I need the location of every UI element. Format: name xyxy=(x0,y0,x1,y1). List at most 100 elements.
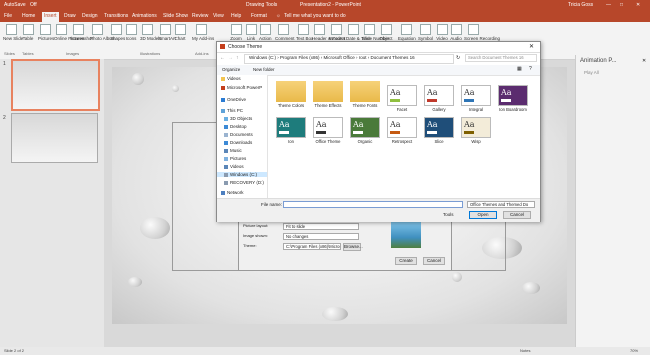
slide-thumbnail-2[interactable] xyxy=(11,113,98,163)
theme-path-field[interactable]: C:\Program Files (x86)\Microsoft Off xyxy=(283,243,341,250)
theme-file-item[interactable]: Aa Gallery xyxy=(423,85,455,115)
file-type-select[interactable]: Office Themes and Themed Do xyxy=(467,201,535,208)
cancel-button[interactable]: Cancel xyxy=(423,257,445,265)
tell-me-box[interactable]: Tell me what you want to do xyxy=(284,13,346,19)
user-name[interactable]: Tricia Goss xyxy=(568,2,593,8)
file-name-input[interactable] xyxy=(283,201,463,208)
equation-button[interactable]: Equation xyxy=(398,24,416,41)
online-pictures-button[interactable]: Online Pictures xyxy=(54,24,85,41)
tab-home[interactable]: Home xyxy=(22,13,35,19)
theme-file-item[interactable]: Aa Office Theme xyxy=(312,117,344,147)
theme-file-item[interactable]: Aa Facet xyxy=(386,85,418,115)
smartart-button[interactable]: SmartArt xyxy=(158,24,176,41)
nav-item-3d-objects[interactable]: 3D Objects xyxy=(224,116,252,121)
tab-slide-show[interactable]: Slide Show xyxy=(163,13,188,19)
tab-review[interactable]: Review xyxy=(192,13,208,19)
screen-recording-button[interactable]: Screen Recording xyxy=(464,24,500,41)
date-time-button[interactable]: Date & Time xyxy=(346,24,371,41)
object-button[interactable]: Object xyxy=(379,24,393,41)
nav-item-pictures[interactable]: Pictures xyxy=(224,156,246,161)
theme-file-item[interactable]: Aa Organic xyxy=(349,117,381,147)
breadcrumb[interactable]: Windows (C:) › Program Files (x86) › Mic… xyxy=(244,54,454,64)
tab-insert[interactable]: Insert xyxy=(42,12,59,22)
play-all-button[interactable]: Play All xyxy=(584,70,599,75)
theme-file-item[interactable]: Aa Ion xyxy=(275,117,307,147)
refresh-icon[interactable]: ↻ xyxy=(456,55,460,61)
theme-file-item[interactable]: Aa Ion Boardroom xyxy=(497,85,529,115)
comment-button[interactable]: Comment xyxy=(275,24,295,41)
cancel-button[interactable]: Cancel xyxy=(503,211,531,219)
wordart-button[interactable]: WordArt xyxy=(329,24,345,41)
tab-animations[interactable]: Animations xyxy=(132,13,157,19)
breadcrumb-item[interactable]: Microsoft Office xyxy=(324,55,355,60)
theme-file-item[interactable]: Aa Wisp xyxy=(460,117,492,147)
photo-album-button[interactable]: Photo Album xyxy=(90,24,116,41)
organize-menu[interactable]: Organize xyxy=(222,67,240,72)
link-button[interactable]: Link xyxy=(245,24,257,41)
theme-file-item[interactable]: Aa Integral xyxy=(460,85,492,115)
nav-item-videos-pc[interactable]: Videos xyxy=(224,164,244,169)
breadcrumb-item[interactable]: Document Themes 16 xyxy=(370,55,414,60)
table-button[interactable]: Table xyxy=(22,24,34,41)
breadcrumb-item[interactable]: Program Files (x86) xyxy=(280,55,320,60)
3d-models-button[interactable]: 3D Models xyxy=(140,24,162,41)
picture-layout-select[interactable]: Fit to slide xyxy=(283,223,359,230)
nav-item-powerpoint[interactable]: Microsoft PowerP xyxy=(221,85,262,90)
tab-help[interactable]: Help xyxy=(231,13,241,19)
tab-format[interactable]: Format xyxy=(251,13,267,19)
breadcrumb-item[interactable]: Windows (C:) xyxy=(249,55,276,60)
nav-item-network[interactable]: Network xyxy=(221,190,244,195)
slide-thumbnail-1[interactable] xyxy=(11,59,100,111)
view-options-icon[interactable]: ▦ xyxy=(517,66,522,72)
nav-item-music[interactable]: Music xyxy=(224,148,242,153)
theme-file-item[interactable]: Aa Slice xyxy=(423,117,455,147)
theme-file-item[interactable]: Aa Retrospect xyxy=(386,117,418,147)
close-icon[interactable]: ✕ xyxy=(529,43,534,50)
tab-transitions[interactable]: Transitions xyxy=(104,13,128,19)
folder-item[interactable]: Theme Effects xyxy=(312,81,344,111)
audio-button[interactable]: Audio xyxy=(450,24,462,41)
nav-item-desktop[interactable]: Desktop xyxy=(224,124,247,129)
minimize-icon[interactable]: — xyxy=(606,2,611,8)
image-shown-select[interactable]: No changes xyxy=(283,233,359,240)
action-button[interactable]: Action xyxy=(259,24,272,41)
nav-item-onedrive[interactable]: OneDrive xyxy=(221,97,246,102)
tab-view[interactable]: View xyxy=(213,13,224,19)
nav-item-this-pc[interactable]: This PC xyxy=(221,108,243,113)
close-icon[interactable]: ✕ xyxy=(636,2,640,8)
nav-item-documents[interactable]: Documents xyxy=(224,132,253,137)
help-icon[interactable]: ? xyxy=(529,66,532,72)
my-addins-button[interactable]: My Add-ins xyxy=(192,24,214,41)
chart-button[interactable]: Chart xyxy=(174,24,186,41)
nav-item-windows-c[interactable]: Windows (C:) xyxy=(217,172,267,177)
folder-item[interactable]: Theme Colors xyxy=(275,81,307,111)
tab-design[interactable]: Design xyxy=(82,13,98,19)
close-icon[interactable]: ✕ xyxy=(642,58,646,64)
tab-file[interactable]: File xyxy=(4,13,12,19)
new-folder-button[interactable]: New folder xyxy=(253,67,275,72)
header-footer-button[interactable]: Header & Footer xyxy=(312,24,345,41)
search-input[interactable]: Search Document Themes 16 xyxy=(465,54,537,62)
nav-item-videos[interactable]: Videos xyxy=(221,76,241,81)
nav-item-downloads[interactable]: Downloads xyxy=(224,140,252,145)
pictures-button[interactable]: Pictures xyxy=(38,24,54,41)
notes-button[interactable]: Notes xyxy=(520,348,530,353)
slide-number-button[interactable]: Slide Number xyxy=(362,24,389,41)
autosave-label[interactable]: AutoSave xyxy=(4,2,26,8)
screenshot-button[interactable]: Screenshot xyxy=(70,24,93,41)
zoom-level[interactable]: 70% xyxy=(630,348,638,353)
text-box-button[interactable]: Text Box xyxy=(296,24,313,41)
restore-icon[interactable]: □ xyxy=(620,2,623,8)
up-icon[interactable]: ↑ xyxy=(236,55,239,61)
open-button[interactable]: Open xyxy=(469,211,497,219)
shapes-button[interactable]: Shapes xyxy=(110,24,125,41)
folder-item[interactable]: Theme Fonts xyxy=(349,81,381,111)
back-icon[interactable]: ← xyxy=(220,55,225,61)
video-button[interactable]: Video xyxy=(436,24,448,41)
tab-draw[interactable]: Draw xyxy=(64,13,76,19)
nav-item-recovery-d[interactable]: RECOVERY (D:) xyxy=(224,180,264,185)
symbol-button[interactable]: Symbol xyxy=(418,24,433,41)
tools-menu[interactable]: Tools xyxy=(443,212,454,217)
autosave-state[interactable]: Off xyxy=(30,2,37,8)
new-slide-button[interactable]: New Slide xyxy=(3,24,23,41)
